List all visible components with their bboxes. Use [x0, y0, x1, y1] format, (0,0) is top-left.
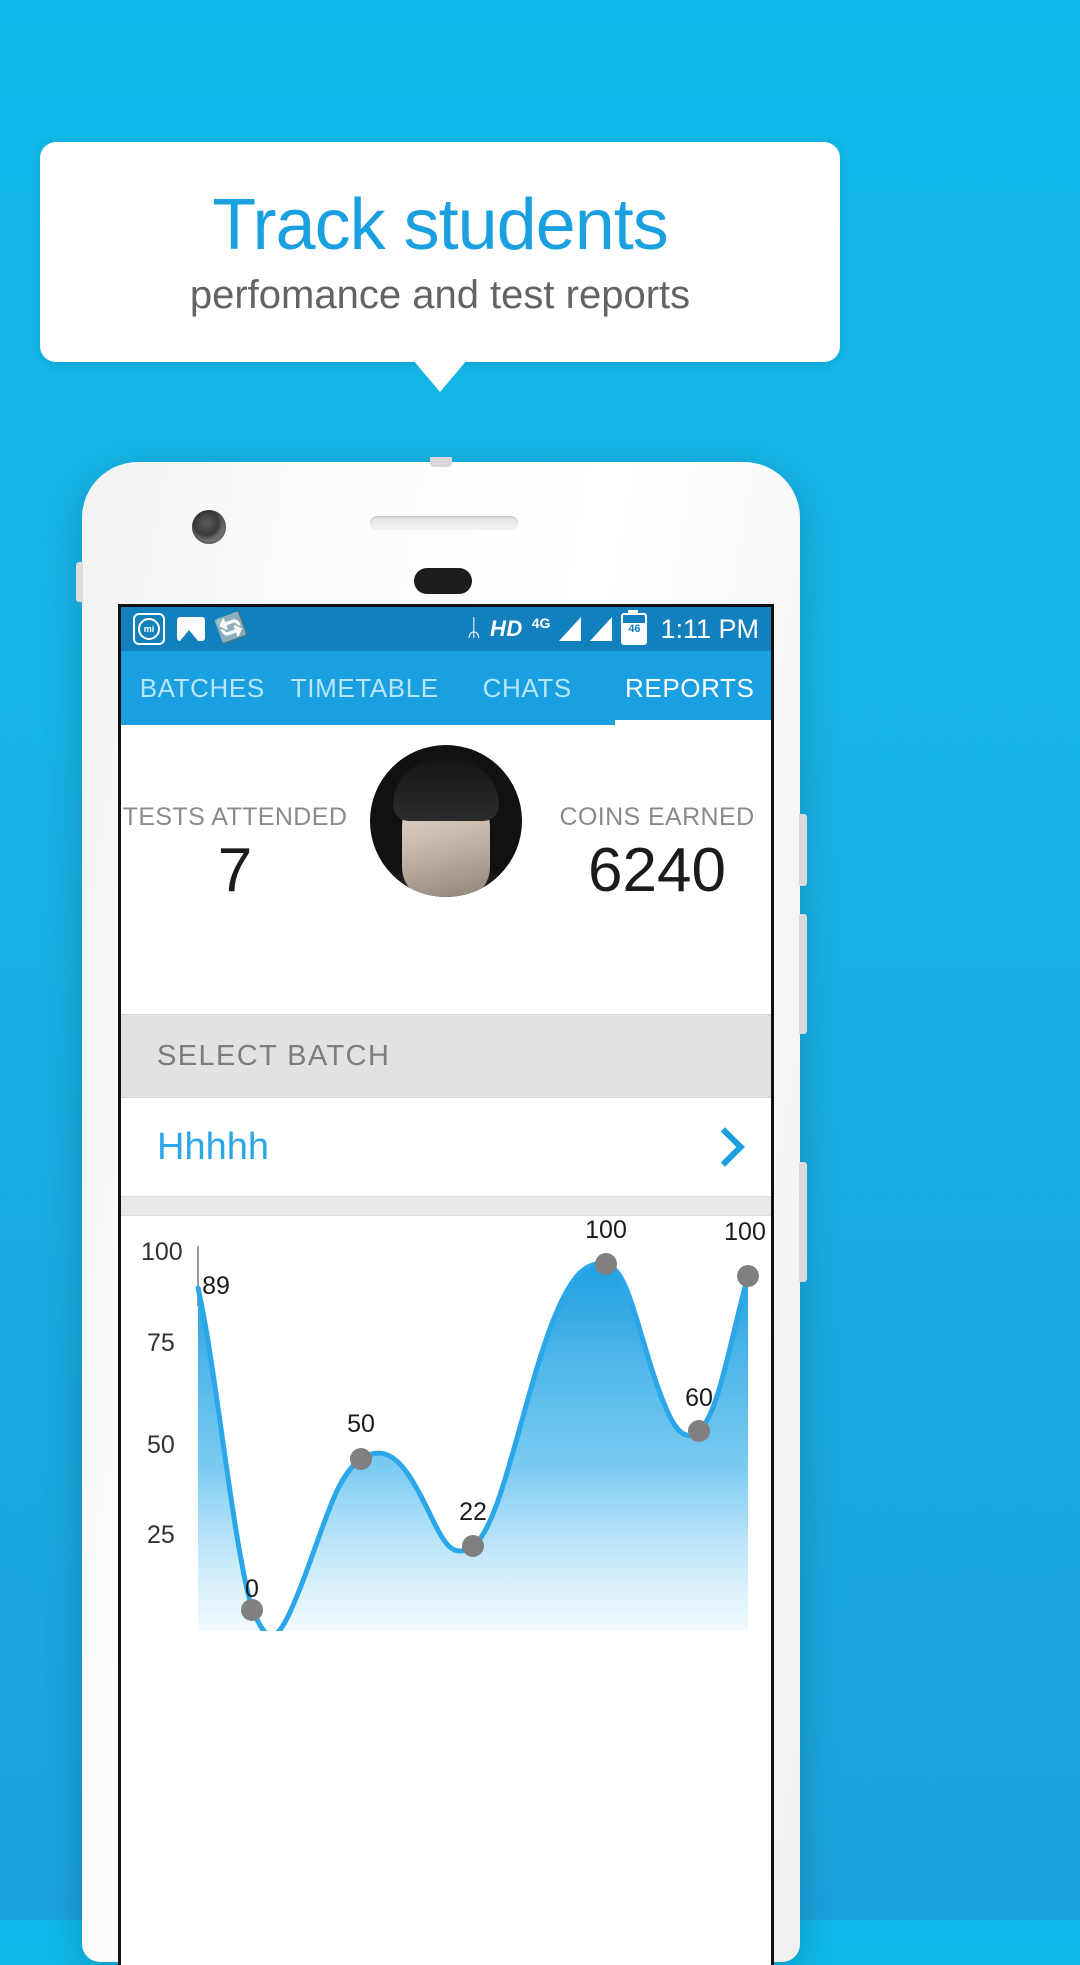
phone-screen: mi 🔄 ᛦ HD 4G 46 1:11 PM BATCHES TIMETABL…: [118, 604, 774, 1965]
point-label-100: 100: [585, 1216, 627, 1244]
status-bar-system-icons: ᛦ HD 4G 46 1:11 PM: [466, 610, 759, 645]
status-bar-notification-icons: mi 🔄: [133, 610, 251, 647]
chart-y-axis-labels: 100 75 50 25: [141, 1238, 183, 1549]
bluetooth-icon: ᛦ: [466, 615, 481, 642]
avatar-hair: [393, 759, 499, 821]
data-point-6[interactable]: [688, 1420, 710, 1442]
ytick-75: 75: [147, 1329, 175, 1357]
section-divider: [121, 1196, 771, 1216]
point-label-100b: 100: [724, 1218, 766, 1246]
front-camera-icon: [192, 510, 226, 544]
data-point-5[interactable]: [595, 1253, 617, 1275]
network-4g-icon: 4G: [531, 615, 551, 631]
coins-earned-stat: COINS EARNED 6240: [543, 725, 771, 910]
batch-selector-row[interactable]: Hhhhh: [121, 1098, 771, 1196]
point-label-89: 89: [202, 1272, 230, 1300]
tests-attended-stat: TESTS ATTENDED 7: [121, 725, 349, 910]
phone-left-button: [76, 562, 83, 602]
mi-app-icon: mi: [133, 613, 165, 645]
promo-subheadline: perfomance and test reports: [189, 273, 691, 317]
callout-tail: [413, 360, 467, 392]
battery-icon: 46: [621, 610, 648, 645]
coins-earned-label: COINS EARNED: [559, 803, 755, 831]
selected-batch-name: Hhhhh: [157, 1125, 269, 1168]
point-label-50: 50: [347, 1410, 375, 1438]
tab-timetable[interactable]: TIMETABLE: [284, 651, 447, 725]
tests-attended-label: TESTS ATTENDED: [122, 803, 348, 831]
chart-area-fill: [198, 1263, 748, 1631]
status-bar: mi 🔄 ᛦ HD 4G 46 1:11 PM: [121, 607, 771, 651]
chevron-right-icon[interactable]: [705, 1127, 745, 1167]
point-label-60: 60: [685, 1384, 713, 1412]
point-label-0: 0: [245, 1575, 259, 1603]
phone-mockup: mi 🔄 ᛦ HD 4G 46 1:11 PM BATCHES TIMETABL…: [76, 457, 807, 1965]
avatar: [370, 745, 522, 897]
signal-bars-sim1-icon: [559, 617, 582, 641]
tab-batches[interactable]: BATCHES: [121, 651, 284, 725]
proximity-sensor: [414, 568, 472, 594]
gallery-icon: [177, 617, 205, 641]
point-label-22: 22: [459, 1498, 487, 1526]
ytick-100: 100: [141, 1238, 183, 1266]
data-point-4[interactable]: [462, 1535, 484, 1557]
sync-disabled-icon: 🔄: [213, 610, 251, 647]
phone-power-button: [799, 1162, 807, 1282]
tests-attended-value: 7: [217, 836, 253, 905]
earpiece-speaker: [370, 516, 518, 530]
data-point-3[interactable]: [350, 1448, 372, 1470]
signal-bars-sim2-icon: [590, 617, 613, 641]
tab-reports[interactable]: REPORTS: [609, 651, 772, 725]
hd-voice-icon: HD: [489, 616, 523, 641]
status-bar-clock: 1:11 PM: [660, 613, 759, 644]
data-point-7[interactable]: [737, 1265, 759, 1287]
ytick-25: 25: [147, 1521, 175, 1549]
tab-chats[interactable]: CHATS: [446, 651, 609, 725]
student-summary-panel: TESTS ATTENDED 7 COINS EARNED 6240: [121, 725, 771, 990]
select-batch-header: SELECT BATCH: [121, 1014, 771, 1098]
promo-callout-bubble: Track students perfomance and test repor…: [40, 142, 840, 362]
antenna-notch: [430, 457, 452, 467]
coins-earned-value: 6240: [588, 836, 726, 905]
performance-chart: 100 75 50 25 89 0 50 22 100 60 100: [121, 1216, 771, 1631]
student-identity: [349, 725, 543, 897]
ytick-50: 50: [147, 1431, 175, 1459]
promo-headline: Track students: [212, 185, 669, 265]
phone-volume-up-button: [799, 814, 807, 886]
tab-bar: BATCHES TIMETABLE CHATS REPORTS: [121, 651, 771, 725]
score-area-chart: 100 75 50 25 89 0 50 22 100 60 100: [141, 1216, 766, 1631]
phone-volume-down-button: [799, 914, 807, 1034]
